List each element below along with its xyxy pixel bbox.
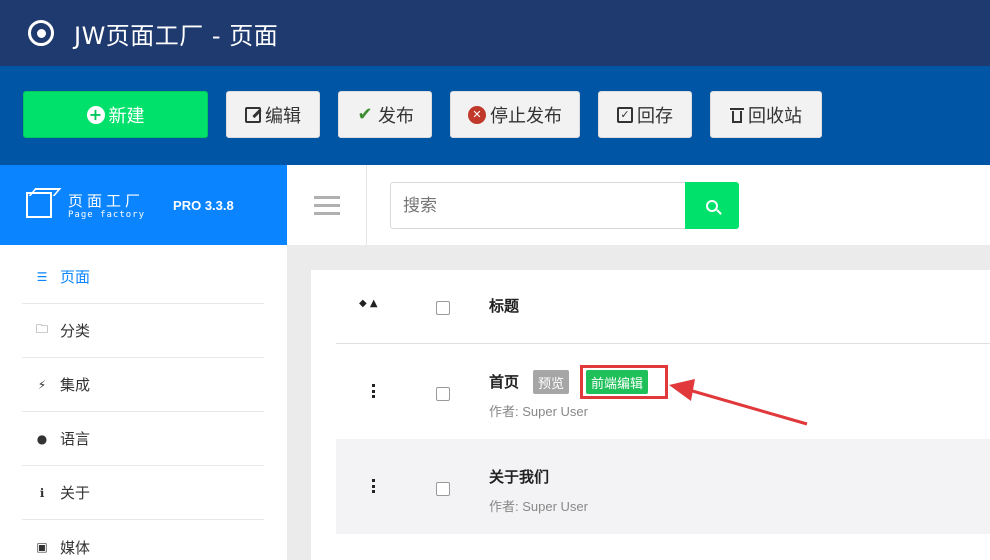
unpublish-button[interactable]: ✕ 停止发布 [450, 91, 580, 138]
table-header: ◆ ▲ 标题 [336, 270, 990, 344]
plus-circle-icon: + [86, 105, 105, 124]
brand-block: 页面工厂 Page factory PRO 3.3.8 [0, 165, 287, 245]
info-icon: ℹ [39, 485, 45, 500]
trash-button[interactable]: 回收站 [710, 91, 822, 138]
column-header-title[interactable]: 标题 [489, 295, 519, 316]
search-icon [706, 199, 718, 212]
row-author: 作者: Super User [489, 499, 588, 514]
plug-icon: ⚡ [37, 377, 47, 392]
publish-button[interactable]: ✔ 发布 [338, 91, 432, 138]
times-circle-icon: ✕ [468, 105, 486, 124]
publish-button-label: 发布 [378, 105, 414, 127]
sidebar-item-pages[interactable]: ☰ 页面 [22, 250, 264, 304]
brand-text: 页面工厂 Page factory [68, 190, 145, 220]
preview-badge[interactable]: 预览 [533, 370, 570, 394]
brand-name: 页面工厂 [68, 192, 145, 210]
version-label: PRO 3.3.8 [173, 197, 234, 213]
sidebar-item-media[interactable]: ▣ 媒体 [22, 520, 264, 560]
list-icon: ☰ [36, 269, 48, 284]
hamburger-icon-bar [313, 195, 340, 199]
unpublish-button-label: 停止发布 [490, 105, 562, 127]
annotation-arrow-icon [669, 379, 808, 426]
select-all-checkbox[interactable] [436, 301, 450, 315]
sidebar-item-label: 页面 [60, 268, 91, 286]
joomla-logo-icon [28, 20, 54, 46]
sidebar-item-label: 关于 [60, 484, 91, 502]
globe-icon: ● [36, 431, 48, 446]
edit-icon [245, 106, 261, 123]
highlight-box [580, 365, 668, 399]
row-title-link[interactable]: 首页 [489, 371, 519, 392]
new-button[interactable]: + 新建 [23, 91, 208, 138]
app-header: JW页面工厂 - 页面 [0, 0, 990, 66]
check-icon: ✔ [357, 104, 373, 125]
brand-subtitle: Page factory [68, 210, 146, 220]
folder-icon: 🗀 [35, 322, 48, 336]
search-bar [287, 165, 990, 245]
sort-icon[interactable]: ◆ ▲ [359, 298, 378, 309]
sidebar-item-categories[interactable]: 🗀 分类 [22, 304, 264, 358]
drag-handle-icon[interactable] [372, 384, 375, 398]
edit-button-label: 编辑 [265, 105, 301, 127]
page-title: JW页面工厂 - 页面 [74, 21, 279, 50]
drag-handle-icon[interactable] [372, 479, 375, 493]
sidebar-item-languages[interactable]: ● 语言 [22, 412, 264, 466]
row-title-link[interactable]: 关于我们 [489, 466, 549, 487]
search-button[interactable] [685, 182, 739, 229]
sidebar-item-label: 分类 [60, 322, 91, 340]
sidebar-item-label: 集成 [60, 376, 91, 394]
sidebar: ☰ 页面 🗀 分类 ⚡ 集成 ● 语言 ℹ 关于 ▣ 媒体 [0, 245, 287, 560]
toolbar: + 新建 编辑 ✔ 发布 ✕ 停止发布 ✓ 回存 回收站 [0, 66, 990, 165]
image-icon: ▣ [36, 540, 48, 554]
hamburger-icon-bar [313, 203, 340, 207]
checkbox-icon: ✓ [617, 106, 633, 123]
trash-icon [730, 107, 744, 123]
sidebar-item-label: 语言 [60, 430, 91, 448]
edit-button[interactable]: 编辑 [226, 91, 320, 138]
sidebar-item-label: 媒体 [60, 538, 91, 557]
archive-button[interactable]: ✓ 回存 [598, 91, 692, 138]
table-row: 首页 预览 前端编辑 作者: Super User [336, 344, 990, 439]
row-author: 作者: Super User [489, 404, 588, 419]
row-checkbox[interactable] [436, 387, 450, 401]
sidebar-item-integrations[interactable]: ⚡ 集成 [22, 358, 264, 412]
cube-icon [26, 192, 52, 218]
new-button-label: 新建 [108, 105, 145, 127]
table-row: 关于我们 作者: Super User [336, 439, 990, 534]
hamburger-icon-bar [313, 211, 340, 215]
trash-button-label: 回收站 [748, 105, 802, 127]
search-input[interactable] [390, 182, 686, 229]
row-checkbox[interactable] [436, 482, 450, 496]
sidebar-item-about[interactable]: ℹ 关于 [22, 466, 264, 520]
archive-button-label: 回存 [637, 105, 673, 127]
menu-toggle-button[interactable] [287, 165, 367, 245]
